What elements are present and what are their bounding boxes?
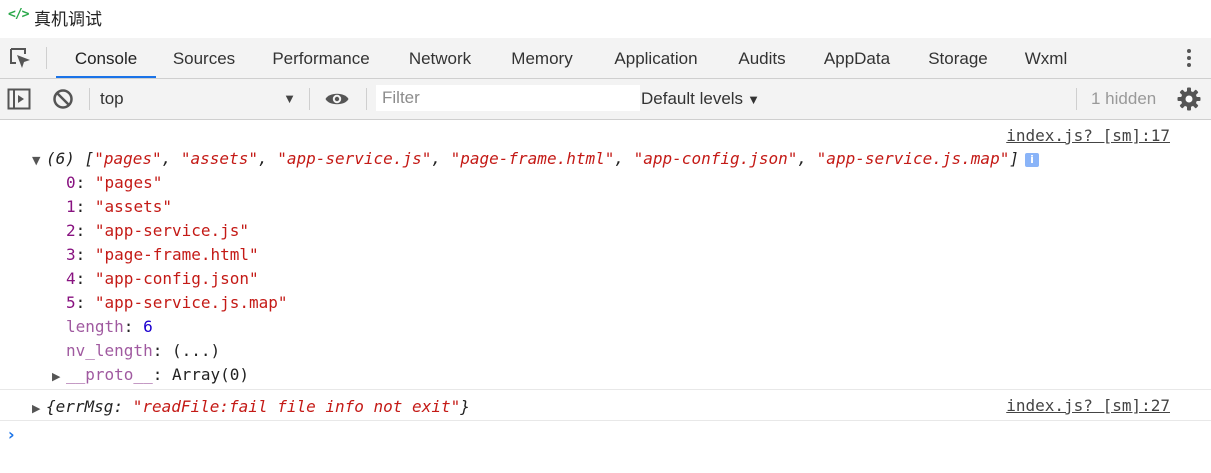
summary-item: "page-frame.html" <box>450 149 615 168</box>
expand-triangle-icon[interactable]: ▶ <box>52 366 66 388</box>
console-prompt-icon[interactable]: › <box>8 425 15 444</box>
tab-sources[interactable]: Sources <box>163 38 245 78</box>
expand-triangle-icon[interactable]: ▶ <box>32 398 46 420</box>
clear-console-button[interactable] <box>51 87 75 116</box>
array-summary[interactable]: ▼ (6) ["pages", "assets", "app-service.js… <box>32 148 1039 172</box>
gear-icon <box>1177 87 1201 111</box>
message-divider <box>0 389 1211 390</box>
clear-block-icon <box>53 89 73 109</box>
tab-storage[interactable]: Storage <box>918 38 998 78</box>
tab-performance[interactable]: Performance <box>262 38 380 78</box>
code-brackets-icon: </> <box>8 7 30 22</box>
dropdown-arrow-icon: ▼ <box>747 92 760 107</box>
tab-wxml[interactable]: Wxml <box>1015 38 1077 78</box>
context-select[interactable]: top ▼ <box>100 85 300 113</box>
tab-memory[interactable]: Memory <box>500 38 584 78</box>
hidden-messages-count: 1 hidden <box>1091 89 1157 108</box>
console-output: index.js? [sm]:17 ▼ (6) ["pages", "assets… <box>0 120 1211 473</box>
nv-length[interactable]: nv_length: (...) <box>66 340 220 362</box>
toolbar-separator <box>89 88 90 110</box>
live-expression-button[interactable] <box>324 87 350 116</box>
message-divider <box>0 420 1211 421</box>
toolbar-separator <box>1076 88 1077 110</box>
tab-network[interactable]: Network <box>397 38 483 78</box>
eye-icon <box>325 93 349 105</box>
devtools-tabbar: Console Sources Performance Network Memo… <box>0 38 1211 79</box>
more-options-button[interactable] <box>1178 46 1200 70</box>
log-levels-dropdown[interactable]: Default levels ▼ <box>641 85 760 113</box>
summary-item: "app-service.js" <box>277 149 432 168</box>
log-levels-label: Default levels <box>641 89 744 108</box>
tab-appdata[interactable]: AppData <box>813 38 901 78</box>
tab-application[interactable]: Application <box>602 38 710 78</box>
summary-item: "app-service.js.map" <box>816 149 1010 168</box>
tab-audits[interactable]: Audits <box>728 38 796 78</box>
console-toolbar: top ▼ Default levels▼ 1 hidden <box>0 79 1211 120</box>
source-link-entry2[interactable]: index.js? [sm]:27 <box>1006 396 1170 415</box>
toolbar-separator <box>366 88 367 110</box>
toolbar-separator <box>309 88 310 110</box>
console-settings-button[interactable] <box>1176 86 1202 117</box>
window-titlebar: </> 真机调试 <box>0 0 1211 36</box>
array-item: 3: "page-frame.html" <box>66 245 259 264</box>
array-item: 1: "assets" <box>66 197 172 216</box>
context-select-value: top <box>100 89 124 108</box>
proto-row[interactable]: ▶ __proto__: Array(0) <box>52 364 249 388</box>
window-title: 真机调试 <box>34 10 102 30</box>
kebab-menu-icon <box>1187 49 1191 67</box>
array-item: 5: "app-service.js.map" <box>66 293 288 312</box>
error-object[interactable]: ▶ {errMsg: "readFile:fail file info not e… <box>32 396 470 420</box>
tab-console[interactable]: Console <box>56 38 156 78</box>
summary-item: "app-config.json" <box>633 149 798 168</box>
filter-input[interactable] <box>376 85 640 111</box>
info-icon[interactable]: i <box>1024 153 1039 167</box>
array-item: 2: "app-service.js" <box>66 221 250 240</box>
source-link-entry1[interactable]: index.js? [sm]:17 <box>1006 126 1170 145</box>
tab-separator <box>46 47 47 69</box>
array-item: 4: "app-config.json" <box>66 269 259 288</box>
inspect-element-button[interactable] <box>0 38 40 78</box>
expand-triangle-icon[interactable]: ▼ <box>32 150 46 172</box>
sidebar-toggle-icon <box>7 88 31 110</box>
array-length: length: 6 <box>66 317 153 336</box>
summary-item: "pages" <box>94 149 162 168</box>
summary-item: "assets" <box>180 149 258 168</box>
dropdown-arrow-icon: ▼ <box>283 91 296 106</box>
array-item: 0: "pages" <box>66 173 163 192</box>
toggle-sidebar-button[interactable] <box>7 87 31 116</box>
inspect-cursor-icon <box>10 48 30 68</box>
